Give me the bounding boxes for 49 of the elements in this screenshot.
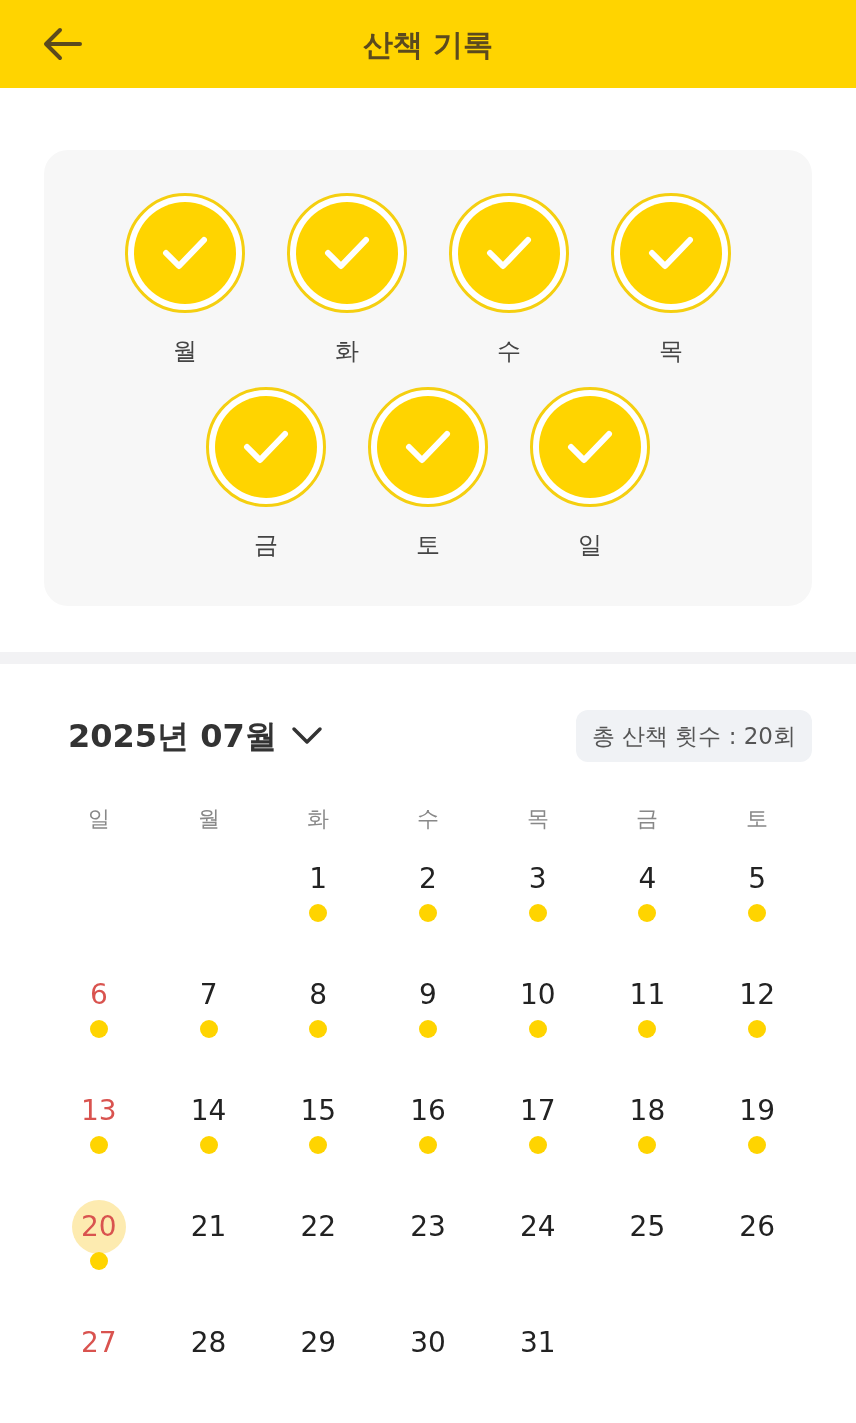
weekday-header: 수 (417, 805, 439, 833)
calendar-date[interactable]: 10 (510, 968, 565, 1022)
calendar-date[interactable]: 21 (181, 1200, 236, 1254)
weekday-header: 월 (197, 805, 220, 833)
calendar-date[interactable]: 5 (730, 852, 785, 906)
weekday-label: 수 (497, 336, 521, 367)
calendar-date[interactable]: 3 (510, 852, 565, 906)
calendar-date[interactable]: 31 (510, 1316, 565, 1370)
calendar-date[interactable]: 12 (730, 968, 785, 1022)
calendar-date[interactable]: 29 (291, 1316, 346, 1370)
calendar-date[interactable]: 11 (620, 968, 675, 1022)
calendar-date[interactable]: 4 (620, 852, 675, 906)
calendar-date[interactable]: 27 (71, 1316, 126, 1370)
calendar-date[interactable]: 25 (620, 1200, 675, 1254)
weekday-label: 화 (335, 336, 359, 367)
calendar-date[interactable]: 16 (401, 1084, 455, 1138)
walk-count-badge: 총 산책 횟수 : 20회 (575, 710, 812, 762)
weekday-label: 월 (173, 336, 197, 367)
calendar-date[interactable]: 18 (620, 1084, 675, 1138)
calendar-date[interactable]: 9 (401, 968, 455, 1022)
calendar-date[interactable]: 30 (401, 1316, 455, 1370)
calendar-date[interactable]: 23 (401, 1200, 455, 1254)
weekday-header: 금 (636, 805, 659, 833)
calendar-date[interactable]: 24 (510, 1200, 565, 1254)
back-arrow-icon[interactable] (42, 26, 82, 62)
weekday-header: 토 (746, 805, 769, 833)
weekday-label: 토 (416, 530, 440, 561)
calendar-date[interactable]: 17 (510, 1084, 565, 1138)
calendar-date[interactable]: 2 (401, 852, 455, 906)
month-selector[interactable]: 2025년 07월 (44, 712, 323, 760)
calendar-date[interactable]: 19 (730, 1084, 785, 1138)
calendar-date[interactable]: 22 (291, 1200, 346, 1254)
calendar-date[interactable]: 8 (291, 968, 346, 1022)
weekday-header: 일 (87, 805, 110, 833)
weekday-header: 목 (526, 805, 549, 833)
weekday-header: 화 (307, 805, 330, 833)
weekday-label: 일 (578, 530, 602, 561)
calendar-date[interactable]: 26 (730, 1200, 785, 1254)
page-title: 산책 기록 (362, 25, 494, 64)
calendar-date[interactable]: 14 (181, 1084, 236, 1138)
calendar-date[interactable]: 1 (291, 852, 346, 906)
calendar-date[interactable]: 13 (71, 1084, 126, 1138)
calendar-date[interactable]: 7 (181, 968, 236, 1022)
calendar-date[interactable]: 28 (181, 1316, 236, 1370)
weekday-label: 금 (254, 530, 278, 561)
weekday-label: 목 (659, 336, 683, 367)
calendar-date[interactable]: 15 (291, 1084, 346, 1138)
calendar-date[interactable]: 6 (71, 968, 126, 1022)
chevron-down-icon (290, 726, 323, 746)
